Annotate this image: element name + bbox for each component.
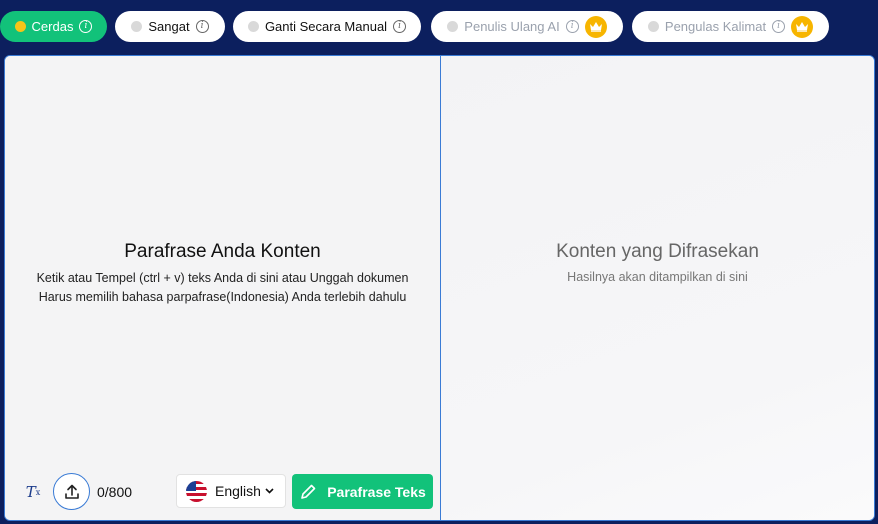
mode-label: Ganti Secara Manual [264,19,388,34]
mode-radio-dot [647,21,659,32]
mode-bar: Cerdas i Sangat i Ganti Secara Manual i … [0,0,878,54]
output-text-area: Konten yang Difrasekan Hasilnya akan dit… [441,56,874,520]
language-label: English [215,483,261,499]
mode-ganti-manual-button[interactable]: Ganti Secara Manual i [233,11,421,42]
paraphrase-text-button[interactable]: Parafrase Teks [292,474,433,509]
mode-pengulas-kalimat-button[interactable]: Pengulas Kalimat i [632,11,829,42]
input-placeholder-instruction: Ketik atau Tempel (ctrl + v) teks Anda d… [36,271,409,285]
mode-label: Penulis Ulang AI [464,19,560,34]
info-icon[interactable]: i [79,20,93,33]
chevron-down-icon [265,488,274,494]
crown-icon [791,15,814,38]
mode-label: Sangat [148,19,190,34]
character-counter: 0/800 [97,484,133,500]
input-text-area[interactable]: Parafrase Anda Konten Ketik atau Tempel … [5,56,440,520]
info-icon[interactable]: i [565,20,579,33]
pencil-icon [301,484,316,499]
mode-radio-dot [447,21,459,32]
mode-cerdas-button[interactable]: Cerdas i [0,11,107,42]
mode-label: Cerdas [31,19,74,34]
mode-penulis-ulang-ai-button[interactable]: Penulis Ulang AI i [431,11,623,42]
paraphrase-workspace: Parafrase Anda Konten Ketik atau Tempel … [4,55,875,521]
output-placeholder-subtitle: Hasilnya akan ditampilkan di sini [567,270,748,284]
info-icon[interactable]: i [393,20,407,33]
input-placeholder-title: Parafrase Anda Konten [124,241,321,262]
info-icon[interactable]: i [772,20,786,33]
clear-format-button[interactable]: Tx [21,480,45,504]
upload-icon [64,484,79,499]
mode-label: Pengulas Kalimat [664,19,767,34]
clear-format-icon: T [25,483,36,501]
language-select[interactable]: English [176,474,286,508]
upload-document-button[interactable] [53,473,90,510]
us-flag-icon [186,480,207,502]
input-placeholder-language-note: Harus memilih bahasa parpafrase(Indonesi… [38,290,407,304]
paraphrase-button-label: Parafrase Teks [327,483,426,500]
output-placeholder-title: Konten yang Difrasekan [556,241,759,262]
info-icon[interactable]: i [195,20,209,33]
mode-sangat-button[interactable]: Sangat i [115,11,225,42]
mode-radio-dot [14,21,26,32]
mode-radio-dot [247,21,259,32]
crown-icon [584,15,607,38]
mode-radio-dot [131,21,143,32]
